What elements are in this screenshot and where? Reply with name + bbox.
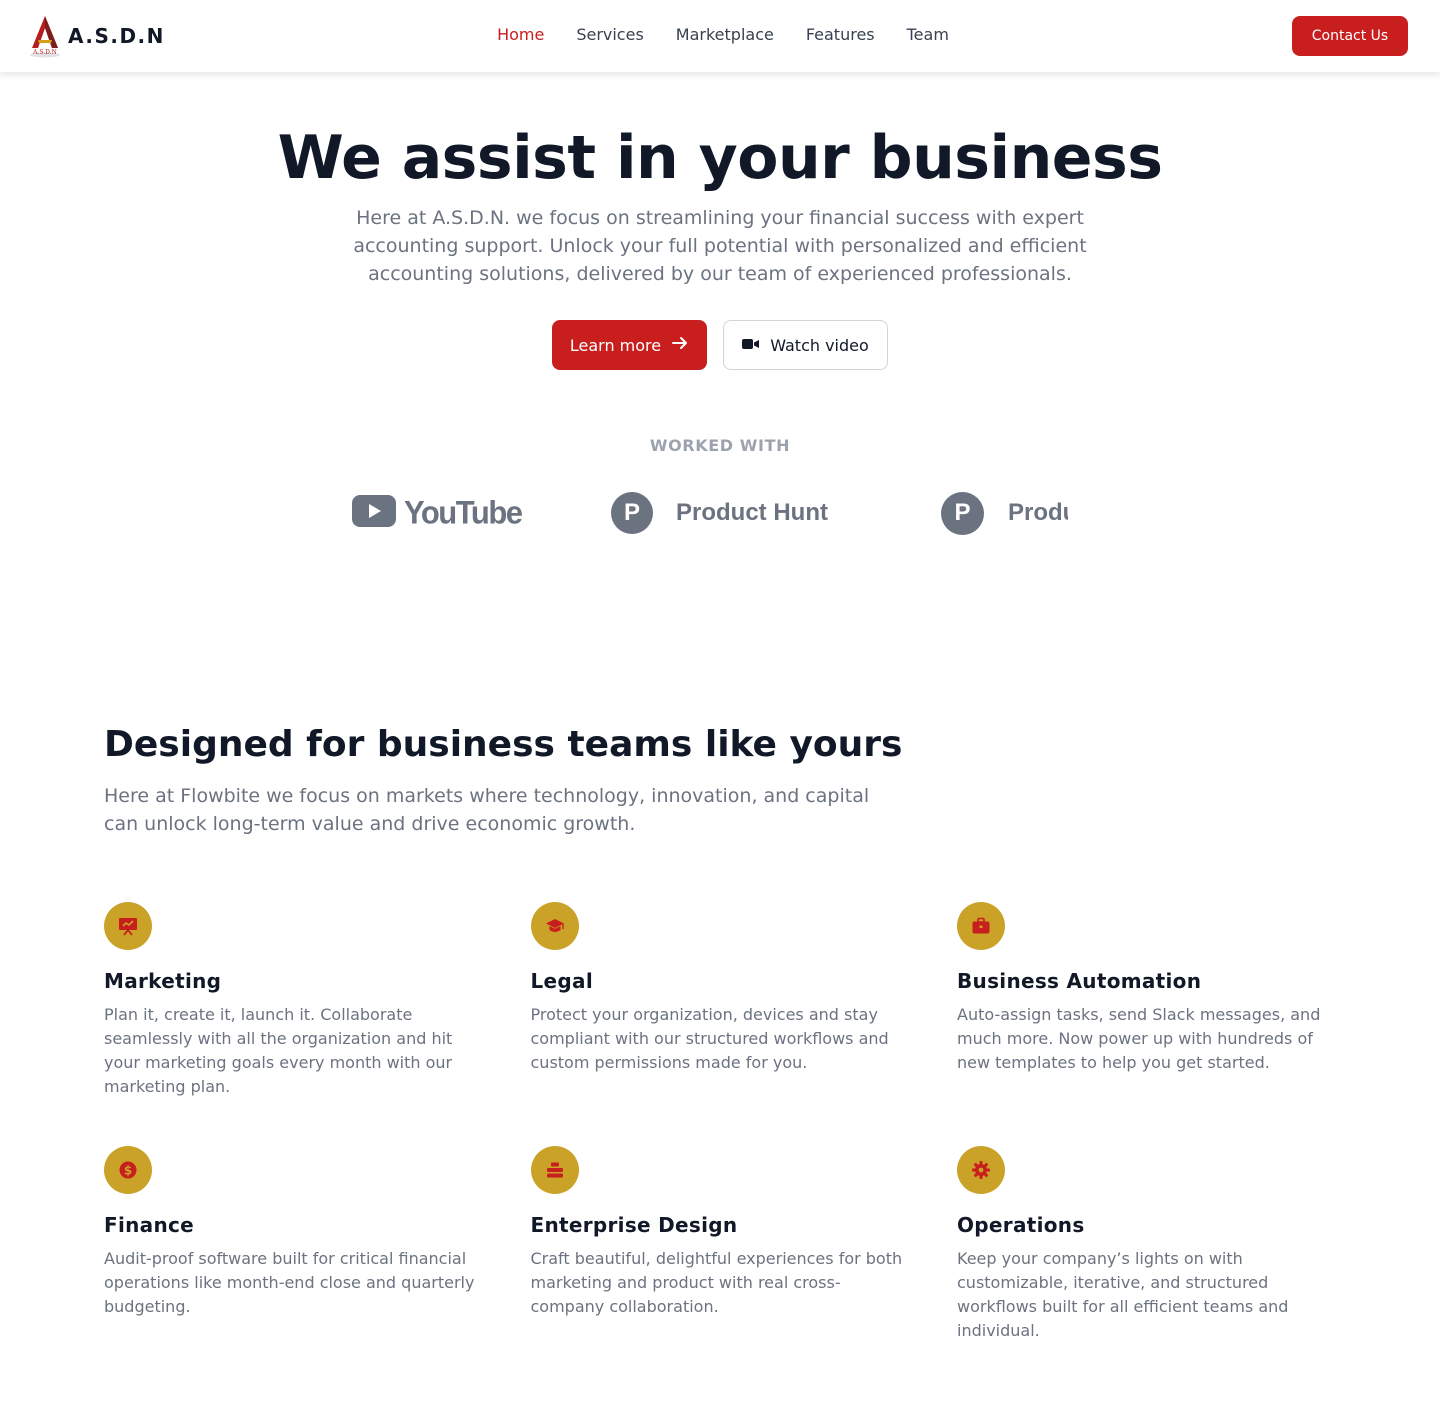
feature-title: Marketing bbox=[104, 969, 222, 993]
feature-card-legal: Legal Protect your organization, devices… bbox=[530, 902, 958, 1146]
learn-more-button[interactable]: Learn more bbox=[552, 320, 707, 370]
watch-video-label: Watch video bbox=[770, 335, 869, 355]
feature-description: Keep your company’s lights on with custo… bbox=[957, 1249, 1289, 1340]
feature-title: Legal bbox=[530, 969, 593, 993]
worked-with-label: WORKED WITH bbox=[649, 436, 791, 455]
layers-icon bbox=[530, 1146, 579, 1194]
features-section-subtitle: Here at Flowbite we focus on markets whe… bbox=[104, 785, 870, 835]
product-hunt-icon: P bbox=[941, 491, 984, 535]
partner-logo-product-hunt-2[interactable]: P Product Hunt bbox=[941, 486, 1068, 540]
feature-description: Protect your organization, devices and s… bbox=[530, 1005, 889, 1072]
feature-description: Auto-assign tasks, send Slack messages, … bbox=[957, 1005, 1321, 1072]
feature-card-marketing: Marketing Plan it, create it, launch it.… bbox=[104, 902, 531, 1146]
feature-card-enterprise-design: Enterprise Design Craft beautiful, delig… bbox=[530, 1146, 958, 1390]
briefcase-icon bbox=[957, 902, 1005, 950]
gear-icon bbox=[957, 1146, 1005, 1194]
partner-logo-youtube[interactable]: YouTube bbox=[352, 486, 523, 540]
hero-title: We assist in your business bbox=[277, 123, 1163, 193]
nav-link-marketplace[interactable]: Marketplace bbox=[676, 24, 774, 46]
youtube-play-icon bbox=[352, 495, 396, 531]
features-section-title: Designed for business teams like yours bbox=[104, 724, 903, 765]
presentation-chart-icon bbox=[104, 902, 152, 950]
partner-logo-product-hunt[interactable]: P Product Hunt bbox=[611, 486, 828, 540]
dollar-circle-icon: $ bbox=[104, 1146, 152, 1194]
learn-more-label: Learn more bbox=[569, 335, 662, 355]
feature-card-operations: Operations Keep your company’s lights on… bbox=[957, 1146, 1336, 1390]
partner-logos: YouTube P Product Hunt P Product Hunt bbox=[350, 486, 1068, 540]
svg-text:$: $ bbox=[124, 1164, 132, 1178]
nav-link-features[interactable]: Features bbox=[806, 24, 875, 46]
feature-title: Operations bbox=[957, 1213, 1085, 1237]
product-hunt-icon: P bbox=[611, 492, 653, 534]
feature-card-business-automation: Business Automation Auto-assign tasks, s… bbox=[957, 902, 1336, 1146]
product-hunt-wordmark: Product Hunt bbox=[676, 499, 828, 526]
feature-description: Audit-proof software built for critical … bbox=[104, 1249, 475, 1316]
arrow-right-icon bbox=[671, 334, 689, 356]
navbar: A.S.D.N A.S.D.N Home Services Marketplac… bbox=[0, 0, 1440, 72]
feature-description: Craft beautiful, delightful experiences … bbox=[530, 1249, 903, 1316]
nav-link-team[interactable]: Team bbox=[907, 24, 949, 46]
feature-description: Plan it, create it, launch it. Collabora… bbox=[104, 1005, 453, 1096]
contact-us-button[interactable]: Contact Us bbox=[1292, 16, 1408, 56]
nav-link-services[interactable]: Services bbox=[576, 24, 643, 46]
video-camera-icon bbox=[742, 336, 760, 355]
youtube-wordmark: YouTube bbox=[404, 494, 523, 531]
hero-subtitle: Here at A.S.D.N. we focus on streamlinin… bbox=[353, 207, 1087, 285]
feature-title: Business Automation bbox=[957, 969, 1202, 993]
hero-actions: Learn more Watch video bbox=[0, 320, 1440, 370]
graduation-cap-icon bbox=[530, 902, 579, 950]
feature-title: Finance bbox=[104, 1213, 195, 1237]
product-hunt-wordmark: Product Hunt bbox=[1008, 499, 1068, 526]
feature-title: Enterprise Design bbox=[530, 1213, 738, 1237]
main-nav: Home Services Marketplace Features Team bbox=[0, 24, 1440, 46]
watch-video-button[interactable]: Watch video bbox=[723, 320, 888, 370]
feature-card-finance: $ Finance Audit-proof software built for… bbox=[104, 1146, 531, 1390]
nav-link-home[interactable]: Home bbox=[497, 24, 544, 46]
feature-grid: Marketing Plan it, create it, launch it.… bbox=[104, 902, 1336, 1390]
brand-logo-text: A.S.D.N bbox=[32, 49, 57, 56]
